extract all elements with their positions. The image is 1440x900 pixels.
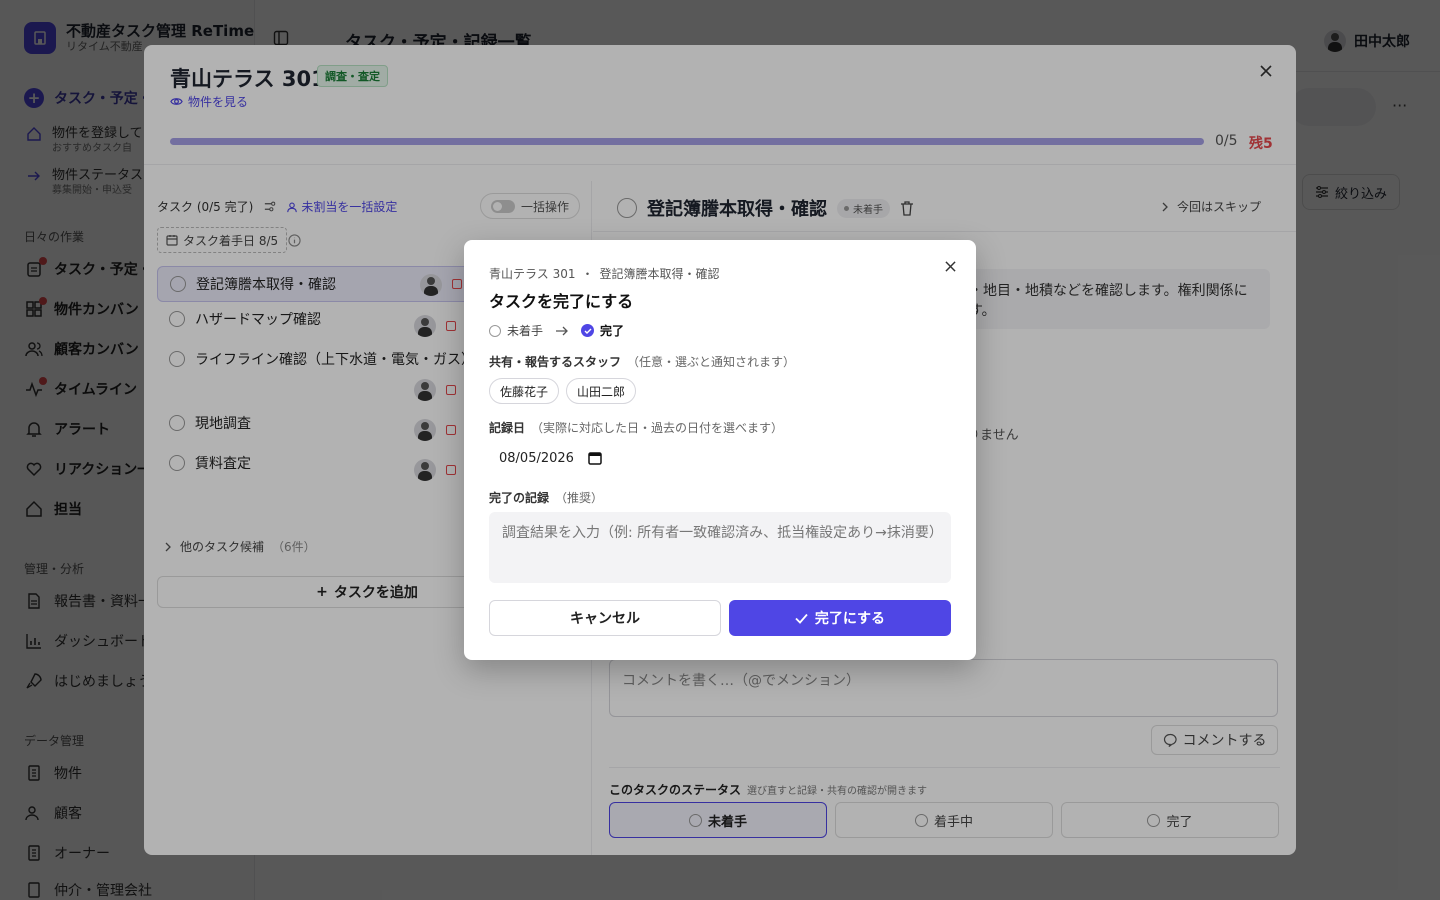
- record-date-input[interactable]: 08/05/2026: [489, 445, 619, 471]
- staff-label-text: 共有・報告するスタッフ: [489, 355, 622, 369]
- empty-circle-icon: [489, 324, 501, 337]
- completion-note-textarea[interactable]: 調査結果を入力（例: 所有者一致確認済み、抵当権設定あり→抹消要）: [489, 512, 951, 583]
- close-icon[interactable]: [941, 257, 959, 275]
- date-label-text: 記録日: [489, 421, 526, 435]
- date-field-label: 記録日 （実際に対応した日・過去の日付を選べます）: [489, 419, 783, 436]
- from-status: 未着手: [507, 324, 544, 338]
- staff-chip-list: 佐藤花子 山田二郎: [489, 378, 637, 404]
- cancel-button[interactable]: キャンセル: [489, 600, 721, 636]
- breadcrumb-separator: ・: [581, 267, 594, 281]
- arrow-right-icon: [556, 326, 568, 335]
- note-field-label: 完了の記録 （推奨）: [489, 489, 603, 506]
- note-label-text: 完了の記録: [489, 491, 550, 505]
- check-circle-icon: [581, 324, 595, 337]
- complete-task-dialog: 青山テラス 301 ・登記簿謄本取得・確認 タスクを完了にする 未着手 完了 共有…: [464, 240, 976, 660]
- staff-hint: （任意・選ぶと通知されます）: [627, 355, 796, 369]
- date-hint: （実際に対応した日・過去の日付を選べます）: [531, 421, 784, 435]
- note-hint: （推奨）: [555, 491, 604, 505]
- breadcrumb: 青山テラス 301 ・登記簿謄本取得・確認: [489, 265, 720, 282]
- dialog-title: タスクを完了にする: [489, 292, 634, 311]
- check-icon: [795, 613, 808, 624]
- staff-chip[interactable]: 佐藤花子: [489, 378, 560, 404]
- to-status: 完了: [600, 324, 625, 338]
- breadcrumb-property: 青山テラス 301: [489, 267, 576, 281]
- calendar-icon[interactable]: [588, 451, 602, 465]
- status-transition: 未着手 完了: [489, 322, 624, 339]
- staff-field-label: 共有・報告するスタッフ （任意・選ぶと通知されます）: [489, 353, 795, 370]
- complete-button-label: 完了にする: [814, 611, 886, 627]
- staff-chip[interactable]: 山田二郎: [566, 378, 637, 404]
- complete-button[interactable]: 完了にする: [729, 600, 951, 636]
- date-value: 08/05/2026: [499, 450, 574, 466]
- breadcrumb-task: 登記簿謄本取得・確認: [599, 267, 720, 281]
